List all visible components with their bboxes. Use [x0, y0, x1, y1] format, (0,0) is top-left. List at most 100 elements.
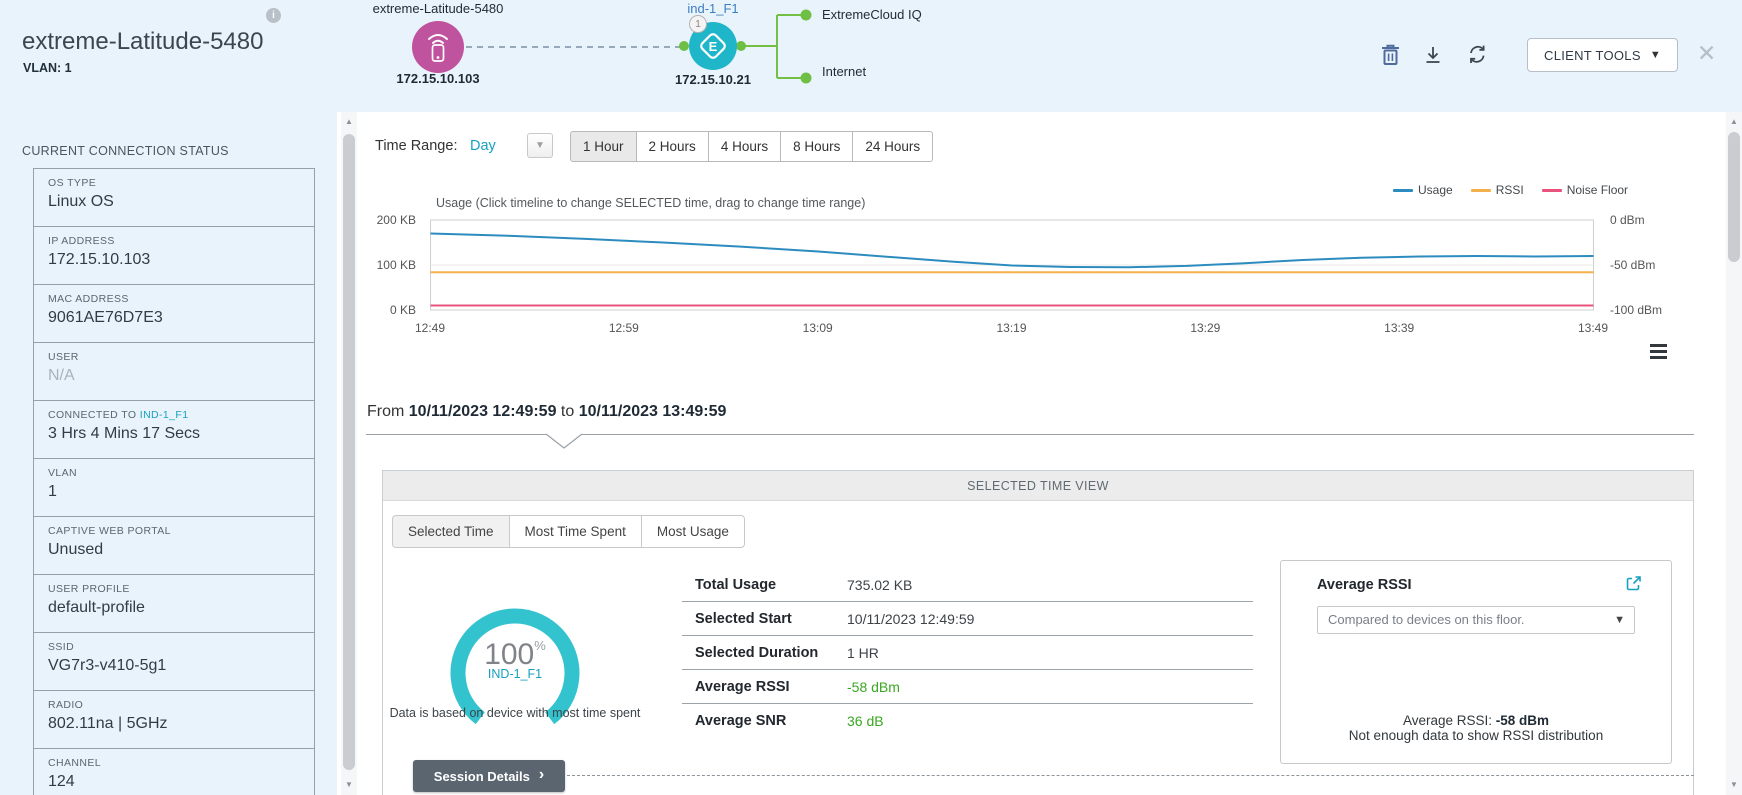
stat-row-selected-duration: Selected Duration1 HR [682, 636, 1253, 670]
legend-item-rssi[interactable]: RSSI [1471, 183, 1524, 197]
stat-label: Selected Start [682, 611, 847, 627]
status-row-ssid: SSIDVG7r3-v410-5g1 [34, 633, 314, 691]
export-icon[interactable] [1624, 574, 1643, 593]
status-label: USER PROFILE [48, 583, 314, 595]
stat-value: 1 HR [847, 645, 879, 661]
stat-label: Total Usage [682, 577, 847, 593]
tab-most-time-spent[interactable]: Most Time Spent [509, 515, 642, 548]
client-node-ip: 172.15.10.103 [348, 71, 528, 86]
y-right-tick: -100 dBm [1610, 303, 1690, 317]
rssi-compare-select[interactable]: Compared to devices on this floor. ▼ [1317, 606, 1635, 634]
info-icon[interactable]: i [266, 8, 281, 23]
internet-node-dot [801, 73, 812, 84]
tab-selected-time[interactable]: Selected Time [392, 515, 510, 548]
status-value: VG7r3-v410-5g1 [48, 657, 314, 675]
chart-menu-icon[interactable] [1650, 344, 1667, 362]
svg-text:E: E [709, 39, 718, 54]
status-row-user: USERN/A [34, 343, 314, 401]
legend-item-noise-floor[interactable]: Noise Floor [1542, 183, 1628, 197]
x-tick: 12:59 [596, 321, 652, 335]
selected-range-text: From 10/11/2023 12:49:59 to 10/11/2023 1… [367, 403, 726, 421]
status-label: OS TYPE [48, 177, 314, 189]
tab-most-usage[interactable]: Most Usage [641, 515, 745, 548]
scrollbar-thumb[interactable] [1728, 132, 1740, 262]
range-button-4-hours[interactable]: 4 Hours [708, 131, 781, 162]
stat-label: Selected Duration [682, 645, 847, 661]
gauge-ap-label: IND-1_F1 [440, 667, 590, 681]
status-value: N/A [48, 367, 314, 385]
delete-client-icon[interactable] [1380, 43, 1401, 66]
status-label: VLAN [48, 467, 314, 479]
status-label: CONNECTED TO IND-1_F1 [48, 409, 314, 421]
close-icon[interactable]: ✕ [1697, 40, 1716, 67]
main-scrollbar[interactable]: ▲ ▼ [1726, 112, 1742, 795]
usage-timeline-chart[interactable] [430, 218, 1594, 313]
selected-time-stats-table: Total Usage735.02 KBSelected Start10/11/… [682, 568, 1253, 738]
connection-status-table: OS TYPELinux OSIP ADDRESS172.15.10.103MA… [33, 168, 315, 795]
legend-label: RSSI [1496, 183, 1524, 197]
status-row-channel: CHANNEL124 [34, 749, 314, 795]
vlan-label: VLAN: 1 [23, 61, 72, 75]
chart-title: Usage (Click timeline to change SELECTED… [436, 196, 865, 210]
range-button-8-hours[interactable]: 8 Hours [780, 131, 853, 162]
client-detail-window: extreme-Latitude-5480 VLAN: 1 i E 1 extr… [0, 0, 1742, 795]
time-range-dropdown-button[interactable]: ▼ [527, 133, 553, 158]
session-details-button[interactable]: Session Details › [413, 760, 565, 792]
from-label: From [367, 403, 404, 420]
to-label: to [561, 403, 574, 420]
scroll-up-arrow[interactable]: ▲ [1726, 114, 1742, 130]
refresh-icon[interactable] [1466, 43, 1488, 65]
time-range-value-link[interactable]: Day [470, 138, 496, 154]
range-button-2-hours[interactable]: 2 Hours [636, 131, 709, 162]
scrollbar-thumb[interactable] [343, 134, 355, 770]
scroll-down-arrow[interactable]: ▼ [1726, 777, 1742, 793]
legend-swatch-icon [1542, 189, 1562, 192]
rssi-card-title: Average RSSI [1317, 577, 1412, 593]
status-value: 124 [48, 773, 314, 791]
status-value: 3 Hrs 4 Mins 17 Secs [48, 425, 314, 443]
average-rssi-card: Average RSSI Compared to devices on this… [1280, 560, 1672, 764]
x-tick: 13:29 [1177, 321, 1233, 335]
average-rssi-value: -58 dBm [1496, 713, 1549, 728]
client-node-icon[interactable] [412, 21, 464, 73]
page-title: extreme-Latitude-5480 [22, 28, 263, 56]
stat-value: 10/11/2023 12:49:59 [847, 611, 974, 627]
range-button-24-hours[interactable]: 24 Hours [852, 131, 933, 162]
rssi-note: Not enough data to show RSSI distributio… [1281, 728, 1671, 743]
status-value: default-profile [48, 599, 314, 617]
client-tools-button[interactable]: CLIENT TOOLS ▼ [1527, 38, 1678, 72]
time-range-label: Time Range: [375, 138, 457, 154]
connection-status-heading: CURRENT CONNECTION STATUS [22, 144, 229, 158]
cloud-node-label: ExtremeCloud IQ [822, 7, 922, 22]
status-row-mac-address: MAC ADDRESS9061AE76D7E3 [34, 285, 314, 343]
stat-row-selected-start: Selected Start10/11/2023 12:49:59 [682, 602, 1253, 636]
client-node-name: extreme-Latitude-5480 [338, 1, 538, 16]
chevron-right-icon: › [539, 766, 544, 784]
x-tick: 13:19 [984, 321, 1040, 335]
ap-badge-count: 1 [689, 15, 707, 33]
status-label: MAC ADDRESS [48, 293, 314, 305]
to-value: 10/11/2023 13:49:59 [579, 403, 727, 420]
status-value: 1 [48, 483, 314, 501]
x-tick: 13:09 [790, 321, 846, 335]
scroll-up-arrow[interactable]: ▲ [341, 114, 357, 130]
y-left-tick: 100 KB [340, 258, 416, 272]
download-icon[interactable] [1423, 45, 1443, 65]
x-axis: 12:4912:5913:0913:1913:2913:3913:49 [430, 321, 1594, 337]
connected-to-ap-link[interactable]: IND-1_F1 [140, 409, 189, 421]
status-label: IP ADDRESS [48, 235, 314, 247]
status-value: Unused [48, 541, 314, 559]
range-button-1-hour[interactable]: 1 Hour [570, 131, 637, 162]
legend-item-usage[interactable]: Usage [1393, 183, 1453, 197]
stat-row-total-usage: Total Usage735.02 KB [682, 568, 1253, 602]
ap-node-name[interactable]: ind-1_F1 [663, 1, 763, 16]
panel-title: SELECTED TIME VIEW [383, 471, 1693, 501]
internet-node-label: Internet [822, 64, 866, 79]
scroll-down-arrow[interactable]: ▼ [341, 777, 357, 793]
stat-value: -58 dBm [847, 679, 900, 695]
timeline-pointer-notch [546, 433, 582, 451]
y-left-tick: 0 KB [340, 303, 416, 317]
chart-legend: Usage RSSI Noise Floor [1393, 183, 1628, 197]
status-value: Linux OS [48, 193, 314, 211]
from-value: 10/11/2023 12:49:59 [409, 403, 557, 420]
